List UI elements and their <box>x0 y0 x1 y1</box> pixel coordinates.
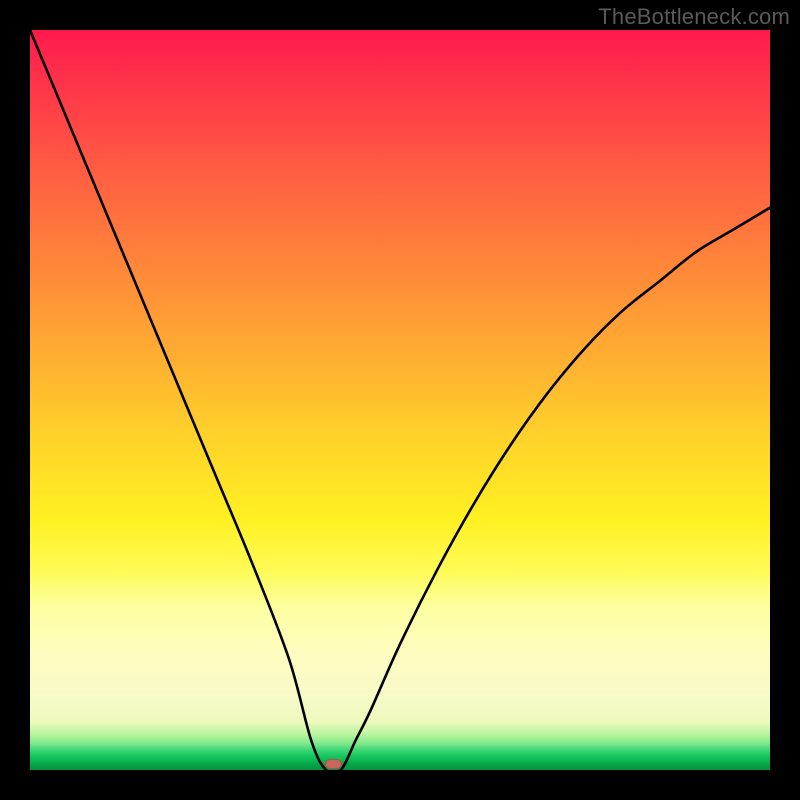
minimum-marker <box>325 759 342 769</box>
chart-frame: TheBottleneck.com <box>0 0 800 800</box>
attribution-text: TheBottleneck.com <box>598 4 790 30</box>
bottleneck-curve <box>30 30 770 770</box>
plot-area <box>30 30 770 770</box>
